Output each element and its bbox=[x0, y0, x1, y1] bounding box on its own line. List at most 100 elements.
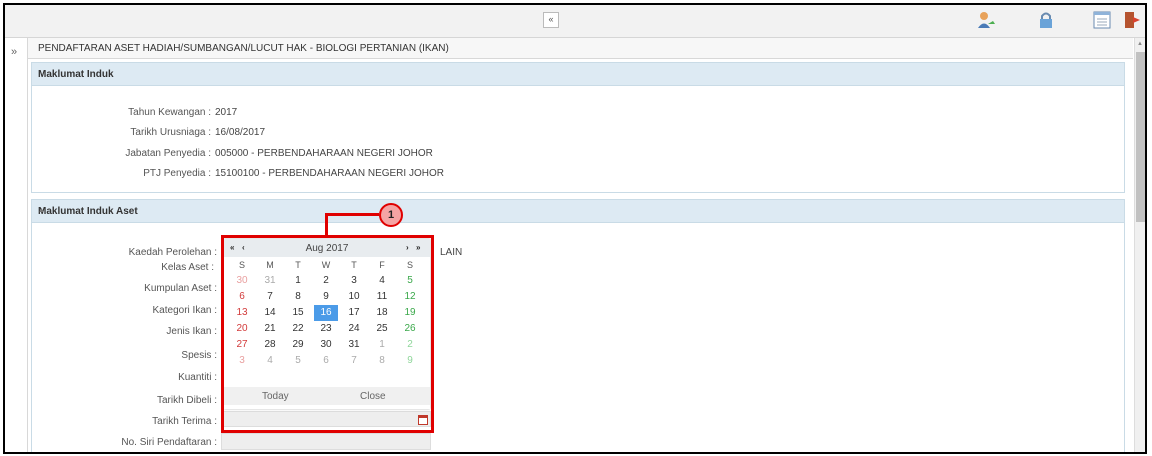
label-tarikh-urusniaga: Tarikh Urusniaga : bbox=[130, 127, 211, 138]
day-cell[interactable]: 21 bbox=[258, 321, 282, 337]
page-title: PENDAFTARAN ASET HADIAH/SUMBANGAN/LUCUT … bbox=[38, 43, 449, 54]
day-cell[interactable]: 12 bbox=[398, 289, 422, 305]
day-cell[interactable]: 20 bbox=[230, 321, 254, 337]
day-cell[interactable]: 9 bbox=[398, 353, 422, 369]
callout-badge: 1 bbox=[379, 203, 403, 227]
day-cell[interactable]: 7 bbox=[342, 353, 366, 369]
day-cell[interactable]: 3 bbox=[342, 273, 366, 289]
day-cell[interactable]: 24 bbox=[342, 321, 366, 337]
label-tarikh-terima: Tarikh Terima : bbox=[152, 416, 217, 427]
calendar-icon[interactable] bbox=[418, 414, 428, 425]
label-ptj-penyedia: PTJ Penyedia : bbox=[143, 168, 211, 179]
callout-line bbox=[325, 213, 379, 216]
week-row: 30 31 1 2 3 4 5 bbox=[224, 273, 430, 289]
day-cell[interactable]: 9 bbox=[314, 289, 338, 305]
user-icon[interactable] bbox=[975, 9, 997, 31]
date-picker-popup: « ‹ Aug 2017 › » S M T W T F S 30 31 1 2 3 4 5 6 7 8 9 10 1… bbox=[224, 239, 430, 409]
date-picker-header: « ‹ Aug 2017 › » bbox=[224, 239, 430, 257]
day-cell[interactable]: 8 bbox=[370, 353, 394, 369]
weekday-label: T bbox=[295, 260, 301, 270]
day-cell[interactable]: 26 bbox=[398, 321, 422, 337]
day-cell[interactable]: 28 bbox=[258, 337, 282, 353]
weekday-label: S bbox=[238, 260, 245, 270]
day-cell[interactable]: 4 bbox=[370, 273, 394, 289]
value-ptj-penyedia: 15100100 - PERBENDAHARAAN NEGERI JOHOR bbox=[215, 168, 444, 179]
day-cell[interactable]: 30 bbox=[230, 273, 254, 289]
label-jenis-ikan: Jenis Ikan : bbox=[166, 326, 217, 337]
day-cell[interactable]: 23 bbox=[314, 321, 338, 337]
logout-icon[interactable] bbox=[1121, 9, 1143, 31]
value-tarikh-urusniaga: 16/08/2017 bbox=[215, 127, 266, 138]
no-siri-pendaftaran-input[interactable] bbox=[221, 433, 431, 450]
panel-header[interactable]: Maklumat Induk Aset ▲ bbox=[32, 200, 1124, 223]
day-cell[interactable]: 3 bbox=[230, 353, 254, 369]
label-jabatan-penyedia: Jabatan Penyedia : bbox=[125, 148, 211, 159]
collapse-header-button[interactable]: « bbox=[543, 12, 559, 28]
day-cell[interactable]: 29 bbox=[286, 337, 310, 353]
weekday-label: F bbox=[379, 260, 385, 270]
day-cell[interactable]: 15 bbox=[286, 305, 310, 321]
label-no-siri-pendaftaran: No. Siri Pendaftaran : bbox=[121, 437, 217, 448]
app-frame: « » PENDAFTARAN ASET HADIAH/SUMBANGAN/LU… bbox=[3, 3, 1147, 454]
next-year-button[interactable]: » bbox=[416, 243, 420, 252]
list-icon[interactable] bbox=[1091, 9, 1113, 31]
date-picker-month: Aug 2017 bbox=[305, 243, 349, 254]
label-tahun-kewangan: Tahun Kewangan : bbox=[128, 107, 211, 118]
day-cell[interactable]: 6 bbox=[314, 353, 338, 369]
day-cell[interactable]: 2 bbox=[398, 337, 422, 353]
weekday-label: W bbox=[321, 260, 331, 270]
day-cell[interactable]: 30 bbox=[314, 337, 338, 353]
weekday-label: T bbox=[351, 260, 357, 270]
expand-sidebar-icon[interactable]: » bbox=[11, 46, 17, 58]
day-cell[interactable]: 7 bbox=[258, 289, 282, 305]
day-cell[interactable]: 18 bbox=[370, 305, 394, 321]
day-cell[interactable]: 6 bbox=[230, 289, 254, 305]
tarikh-terima-input[interactable] bbox=[221, 411, 431, 427]
day-cell[interactable]: 16 bbox=[314, 305, 338, 321]
scrollbar-thumb[interactable] bbox=[1136, 52, 1145, 222]
page-title-bar: PENDAFTARAN ASET HADIAH/SUMBANGAN/LUCUT … bbox=[28, 38, 1133, 59]
weekday-header-row: SMTWTFS bbox=[224, 257, 430, 273]
value-kaedah-perolehan: LAIN bbox=[440, 247, 463, 258]
scroll-up-icon[interactable]: ▲ bbox=[1137, 41, 1143, 47]
day-cell[interactable]: 8 bbox=[286, 289, 310, 305]
day-cell[interactable]: 25 bbox=[370, 321, 394, 337]
value-jabatan-penyedia: 005000 - PERBENDAHARAAN NEGERI JOHOR bbox=[215, 148, 433, 159]
close-button[interactable]: Close bbox=[360, 391, 386, 402]
day-cell[interactable]: 2 bbox=[314, 273, 338, 289]
week-row: 13 14 15 16 17 18 19 bbox=[224, 305, 430, 321]
day-cell[interactable]: 5 bbox=[286, 353, 310, 369]
vertical-scrollbar[interactable]: ▲ bbox=[1134, 38, 1145, 452]
day-cell[interactable]: 10 bbox=[342, 289, 366, 305]
week-row: 6 7 8 9 10 11 12 bbox=[224, 289, 430, 305]
date-picker-footer: Today Close bbox=[224, 387, 430, 405]
lock-icon[interactable] bbox=[1035, 9, 1057, 31]
week-row: 27 28 29 30 31 1 2 bbox=[224, 337, 430, 353]
weekday-label: M bbox=[266, 260, 274, 270]
day-cell[interactable]: 19 bbox=[398, 305, 422, 321]
date-picker-grid: S M T W T F S 30 31 1 2 3 4 5 6 7 8 9 10 11 12 13 14 15 16 17 18 19… bbox=[224, 257, 430, 369]
day-cell[interactable]: 13 bbox=[230, 305, 254, 321]
label-kumpulan-aset: Kumpulan Aset : bbox=[144, 283, 217, 294]
day-cell[interactable]: 31 bbox=[258, 273, 282, 289]
side-toggle-bar[interactable]: » bbox=[5, 38, 28, 452]
day-cell[interactable]: 17 bbox=[342, 305, 366, 321]
label-kelas-aset: Kelas Aset : bbox=[161, 262, 214, 273]
next-month-button[interactable]: › bbox=[406, 243, 409, 252]
week-row: 3456789 bbox=[224, 353, 430, 369]
day-cell[interactable]: 14 bbox=[258, 305, 282, 321]
day-cell[interactable]: 1 bbox=[370, 337, 394, 353]
day-cell[interactable]: 31 bbox=[342, 337, 366, 353]
day-cell[interactable]: 27 bbox=[230, 337, 254, 353]
label-kuantiti: Kuantiti : bbox=[178, 372, 217, 383]
label-spesis: Spesis : bbox=[181, 350, 217, 361]
panel-header[interactable]: Maklumat Induk bbox=[32, 63, 1124, 86]
weekday-label: S bbox=[406, 260, 413, 270]
day-cell[interactable]: 5 bbox=[398, 273, 422, 289]
day-cell[interactable]: 1 bbox=[286, 273, 310, 289]
day-cell[interactable]: 22 bbox=[286, 321, 310, 337]
day-cell[interactable]: 4 bbox=[258, 353, 282, 369]
day-cell[interactable]: 11 bbox=[370, 289, 394, 305]
collapse-panel-icon[interactable]: ▲ bbox=[38, 207, 1116, 214]
today-button[interactable]: Today bbox=[262, 391, 289, 402]
